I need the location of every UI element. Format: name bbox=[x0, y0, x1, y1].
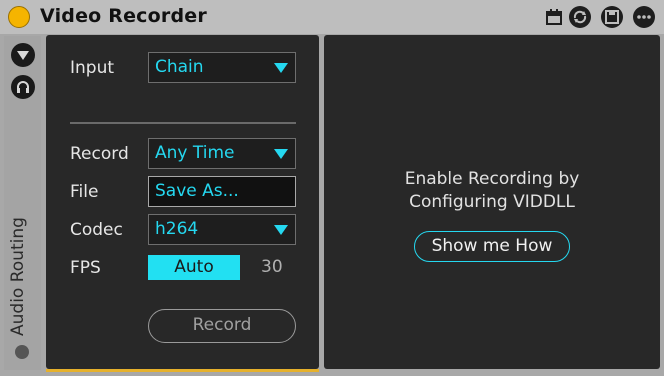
record-mode-value: Any Time bbox=[155, 143, 235, 163]
section-divider bbox=[70, 122, 296, 124]
device-title: Video Recorder bbox=[40, 5, 207, 27]
headphones-icon[interactable] bbox=[11, 75, 35, 99]
save-preset-icon[interactable] bbox=[601, 6, 623, 28]
codec-label: Codec bbox=[70, 220, 123, 240]
record-mode-select[interactable]: Any Time bbox=[148, 138, 296, 169]
audio-routing-label[interactable]: Audio Routing bbox=[8, 217, 28, 336]
file-save-as-field[interactable]: Save As... bbox=[148, 176, 296, 207]
info-message: Enable Recording by Configuring VIDDLL bbox=[330, 168, 654, 214]
input-select[interactable]: Chain bbox=[148, 52, 296, 83]
fps-value[interactable]: 30 bbox=[261, 257, 283, 277]
status-indicator-icon bbox=[15, 345, 29, 359]
fps-auto-toggle[interactable]: Auto bbox=[148, 255, 240, 280]
chevron-down-icon bbox=[274, 225, 288, 235]
device-power-button[interactable] bbox=[8, 6, 30, 28]
input-label: Input bbox=[70, 58, 115, 78]
codec-select[interactable]: h264 bbox=[148, 214, 296, 245]
more-options-icon[interactable] bbox=[633, 6, 655, 28]
record-label: Record bbox=[70, 144, 129, 164]
info-message-line2: Configuring VIDDLL bbox=[409, 192, 575, 212]
audio-routing-sidebar: Audio Routing bbox=[4, 36, 41, 370]
hot-swap-icon[interactable] bbox=[569, 6, 591, 28]
chevron-down-icon bbox=[274, 149, 288, 159]
file-label: File bbox=[70, 182, 99, 202]
file-save-as-value: Save As... bbox=[155, 181, 239, 201]
device-title-bar: Video Recorder bbox=[0, 0, 664, 34]
record-button[interactable]: Record bbox=[148, 309, 296, 343]
tempo-sync-icon[interactable] bbox=[543, 6, 565, 28]
panel-accent-bar bbox=[46, 369, 319, 372]
show-me-how-button[interactable]: Show me How bbox=[414, 231, 570, 262]
input-select-value: Chain bbox=[155, 57, 204, 77]
info-message-line1: Enable Recording by bbox=[404, 169, 580, 189]
fps-label: FPS bbox=[70, 258, 101, 278]
collapse-arrow-icon[interactable] bbox=[11, 43, 35, 67]
chevron-down-icon bbox=[274, 63, 288, 73]
codec-select-value: h264 bbox=[155, 219, 199, 239]
